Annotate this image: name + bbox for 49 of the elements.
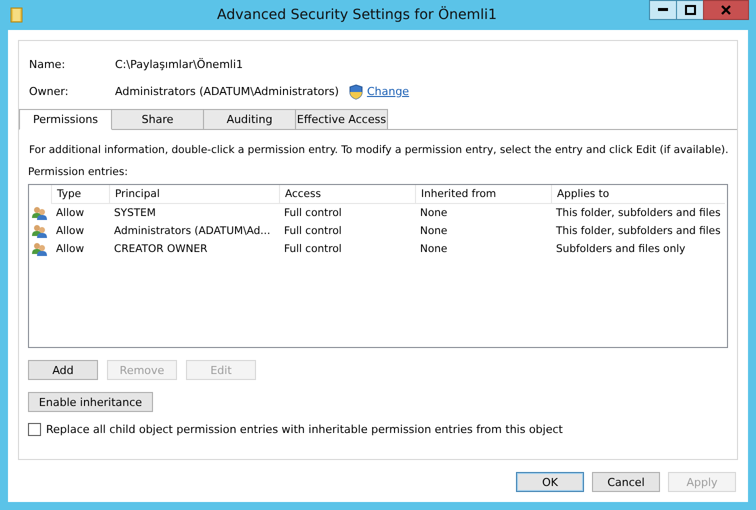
table-cell-text: CREATOR OWNER	[113, 243, 208, 255]
column-header[interactable]: Principal	[109, 185, 279, 204]
tab[interactable]: Effective Access	[295, 109, 388, 130]
table-cell-text: Allow	[55, 243, 86, 255]
table-cell-text: Allow	[55, 207, 86, 219]
maximize-button[interactable]	[676, 0, 704, 20]
owner-value: Administrators (ADATUM\Administrators)	[115, 85, 339, 98]
table-cell-text: Administrators (ADATUM\Ad...	[113, 225, 272, 237]
info-text: For additional information, double-click a permission entry. To modify a permission entry, select the entry and click Edit (if available).	[29, 144, 728, 156]
enable-inheritance-button[interactable]: Enable inheritance	[28, 392, 153, 412]
checkbox-label: Replace all child object permission entries with inheritable permission entries from this object	[46, 423, 563, 436]
checkbox[interactable]	[28, 423, 41, 436]
maximize-icon	[684, 5, 696, 15]
table-cell-text: Allow	[55, 225, 86, 237]
table-cell-text: Full control	[283, 243, 343, 255]
column-header[interactable]: Type	[51, 185, 109, 204]
permission-entries-label: Permission entries:	[28, 166, 129, 178]
entry-button[interactable]: Add	[28, 360, 98, 380]
name-label: Name:	[29, 58, 66, 71]
close-icon	[721, 5, 731, 15]
close-button[interactable]	[703, 0, 749, 20]
tab[interactable]: Permissions	[19, 109, 112, 130]
dialog-button[interactable]: Cancel	[592, 472, 660, 492]
minimize-icon	[658, 8, 668, 12]
table-cell-text: This folder, subfolders and files	[555, 225, 722, 237]
users-icon	[32, 224, 48, 238]
shield-icon	[348, 84, 363, 100]
minimize-button[interactable]	[649, 0, 677, 20]
tab[interactable]: Auditing	[203, 109, 296, 130]
table-cell-text: Full control	[283, 225, 343, 237]
change-link[interactable]: Change	[366, 85, 410, 98]
table-cell-text: Full control	[283, 207, 343, 219]
table-cell-text: None	[419, 207, 448, 219]
name-value: C:\Paylaşımlar\Önemli1	[115, 58, 244, 71]
column-header[interactable]: Access	[279, 185, 415, 204]
column-header[interactable]: Applies to	[551, 185, 725, 204]
users-icon	[32, 242, 48, 256]
dialog-button[interactable]: OK	[516, 472, 584, 492]
table-cell-text: Subfolders and files only	[555, 243, 686, 255]
users-icon	[32, 206, 48, 220]
table-cell-text: None	[419, 225, 448, 237]
folder-icon	[10, 7, 24, 23]
table-cell-text: This folder, subfolders and files	[555, 207, 722, 219]
table-cell-text: SYSTEM	[113, 207, 157, 219]
tab[interactable]: Share	[111, 109, 204, 130]
column-header[interactable]: Inherited from	[415, 185, 551, 204]
owner-label: Owner:	[29, 85, 70, 98]
table-cell-text: None	[419, 243, 448, 255]
window-title: Advanced Security Settings for Önemli1	[216, 7, 498, 23]
